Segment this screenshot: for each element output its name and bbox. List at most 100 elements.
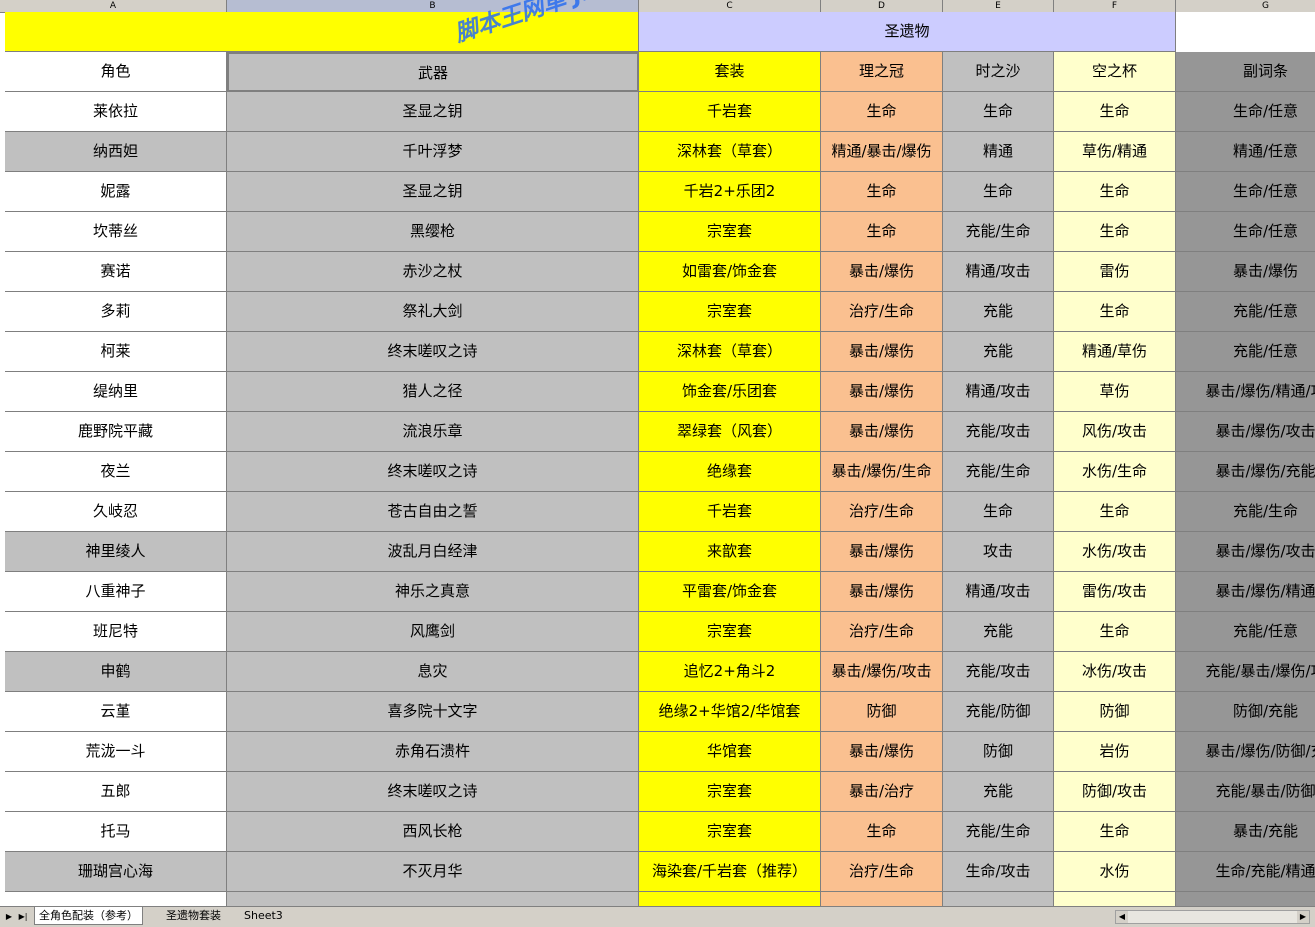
title-cell-blank[interactable] — [1176, 12, 1315, 52]
cell-weapon[interactable]: 终末嗟叹之诗 — [227, 772, 639, 812]
cell-substats[interactable]: 防御/充能 — [1176, 692, 1315, 732]
cell-goblet[interactable]: 草伤/精通 — [1054, 132, 1176, 172]
cell-role[interactable]: 坎蒂丝 — [5, 212, 227, 252]
cell-role[interactable]: 五郎 — [5, 772, 227, 812]
cell-set[interactable]: 海染套/千岩套（推荐） — [639, 852, 821, 892]
cell-circlet[interactable]: 暴击/治疗 — [821, 772, 943, 812]
cell-goblet[interactable]: 防御/攻击 — [1054, 772, 1176, 812]
cell-set[interactable]: 如雷套/饰金套 — [639, 252, 821, 292]
header-role[interactable]: 角色 — [5, 52, 227, 92]
cell-substats[interactable]: 暴击/充能 — [1176, 812, 1315, 852]
cell-circlet[interactable]: 生命 — [821, 812, 943, 852]
cell-goblet[interactable]: 生命 — [1054, 812, 1176, 852]
cell-role[interactable]: 申鹤 — [5, 652, 227, 692]
cell-weapon[interactable]: 喜多院十文字 — [227, 692, 639, 732]
cell-sands[interactable]: 精通/攻击 — [943, 252, 1054, 292]
cell-weapon[interactable]: 不灭月华 — [227, 852, 639, 892]
scroll-left-icon[interactable]: ◀ — [1116, 911, 1128, 923]
cell-circlet[interactable]: 治疗/生命 — [821, 852, 943, 892]
cell-goblet[interactable]: 生命 — [1054, 492, 1176, 532]
cell-sands[interactable]: 充能 — [943, 332, 1054, 372]
cell-sands[interactable]: 精通/攻击 — [943, 372, 1054, 412]
cell-sands[interactable]: 充能/防御 — [943, 692, 1054, 732]
header-goblet[interactable]: 空之杯 — [1054, 52, 1176, 92]
scroll-right-icon[interactable]: ▶ — [1297, 911, 1309, 923]
cell-circlet[interactable]: 暴击/爆伤 — [821, 412, 943, 452]
cell-substats[interactable]: 暴击/爆伤/攻击 — [1176, 532, 1315, 572]
cell-goblet[interactable]: 生命 — [1054, 92, 1176, 132]
cell-goblet[interactable]: 水伤 — [1054, 852, 1176, 892]
cell-substats[interactable]: 充能/任意 — [1176, 292, 1315, 332]
cell-role[interactable]: 珊瑚宫心海 — [5, 852, 227, 892]
cell-circlet[interactable]: 治疗/生命 — [821, 492, 943, 532]
cell-weapon[interactable]: 苍古自由之誓 — [227, 492, 639, 532]
cell-substats[interactable]: 暴击/爆伤 — [1176, 252, 1315, 292]
cell-role[interactable]: 柯莱 — [5, 332, 227, 372]
cell-weapon[interactable]: 赤角石溃杵 — [227, 732, 639, 772]
cell-circlet[interactable]: 精通/暴击/爆伤 — [821, 132, 943, 172]
cell-circlet[interactable]: 治疗/生命 — [821, 292, 943, 332]
cell-weapon[interactable]: 祭礼大剑 — [227, 292, 639, 332]
cell-role[interactable] — [5, 892, 227, 906]
cell-role[interactable]: 鹿野院平藏 — [5, 412, 227, 452]
cell-circlet[interactable] — [821, 892, 943, 906]
cell-set[interactable]: 宗室套 — [639, 772, 821, 812]
column-header-d[interactable]: D — [821, 0, 943, 12]
relic-group-header[interactable]: 圣遗物 — [639, 12, 1176, 52]
cell-circlet[interactable]: 生命 — [821, 92, 943, 132]
cell-sands[interactable]: 充能/攻击 — [943, 412, 1054, 452]
cell-sands[interactable]: 充能/攻击 — [943, 652, 1054, 692]
cell-substats[interactable]: 充能/暴击/爆伤/攻 — [1176, 652, 1315, 692]
cell-role[interactable]: 莱依拉 — [5, 92, 227, 132]
spreadsheet[interactable]: A B C D E F G 圣遗物 角色 武器 套装 理之冠 时之沙 空之杯 副… — [0, 0, 1315, 906]
cell-weapon[interactable]: 终末嗟叹之诗 — [227, 452, 639, 492]
cell-substats[interactable] — [1176, 892, 1315, 906]
header-circlet[interactable]: 理之冠 — [821, 52, 943, 92]
cell-goblet[interactable]: 生命 — [1054, 292, 1176, 332]
cell-set[interactable]: 来歆套 — [639, 532, 821, 572]
cell-role[interactable]: 夜兰 — [5, 452, 227, 492]
cell-role[interactable]: 神里绫人 — [5, 532, 227, 572]
cell-weapon[interactable]: 终末嗟叹之诗 — [227, 332, 639, 372]
cell-goblet[interactable]: 生命 — [1054, 172, 1176, 212]
cell-substats[interactable]: 暴击/爆伤/充能 — [1176, 452, 1315, 492]
cell-weapon[interactable] — [227, 892, 639, 906]
cell-sands[interactable]: 生命 — [943, 92, 1054, 132]
cell-goblet[interactable]: 防御 — [1054, 692, 1176, 732]
cell-set[interactable]: 绝缘套 — [639, 452, 821, 492]
cell-set[interactable]: 宗室套 — [639, 292, 821, 332]
cell-goblet[interactable]: 岩伤 — [1054, 732, 1176, 772]
header-substats[interactable]: 副词条 — [1176, 52, 1315, 92]
column-header-c[interactable]: C — [639, 0, 821, 12]
cell-weapon[interactable]: 圣显之钥 — [227, 92, 639, 132]
cell-set[interactable]: 饰金套/乐团套 — [639, 372, 821, 412]
cell-sands[interactable]: 充能/生命 — [943, 212, 1054, 252]
cell-role[interactable]: 多莉 — [5, 292, 227, 332]
cell-role[interactable]: 赛诺 — [5, 252, 227, 292]
cell-set[interactable]: 千岩套 — [639, 492, 821, 532]
cell-circlet[interactable]: 暴击/爆伤/生命 — [821, 452, 943, 492]
cell-set[interactable]: 绝缘2+华馆2/华馆套 — [639, 692, 821, 732]
header-weapon[interactable]: 武器 — [227, 52, 639, 92]
cell-substats[interactable]: 生命/任意 — [1176, 212, 1315, 252]
cell-substats[interactable]: 精通/任意 — [1176, 132, 1315, 172]
cell-substats[interactable]: 暴击/爆伤/精通 — [1176, 572, 1315, 612]
cell-sands[interactable]: 防御 — [943, 732, 1054, 772]
cell-weapon[interactable]: 神乐之真意 — [227, 572, 639, 612]
cell-role[interactable]: 久岐忍 — [5, 492, 227, 532]
cell-role[interactable]: 荒泷一斗 — [5, 732, 227, 772]
cell-goblet[interactable]: 冰伤/攻击 — [1054, 652, 1176, 692]
cell-weapon[interactable]: 波乱月白经津 — [227, 532, 639, 572]
cell-substats[interactable]: 生命/任意 — [1176, 172, 1315, 212]
cell-goblet[interactable]: 草伤 — [1054, 372, 1176, 412]
cell-substats[interactable]: 充能/任意 — [1176, 332, 1315, 372]
cell-circlet[interactable]: 暴击/爆伤 — [821, 332, 943, 372]
cell-set[interactable]: 华馆套 — [639, 732, 821, 772]
cell-circlet[interactable]: 暴击/爆伤 — [821, 572, 943, 612]
cell-role[interactable]: 托马 — [5, 812, 227, 852]
cell-weapon[interactable]: 风鹰剑 — [227, 612, 639, 652]
tab-sheet3[interactable]: Sheet3 — [240, 907, 287, 924]
cell-circlet[interactable]: 暴击/爆伤 — [821, 372, 943, 412]
cell-circlet[interactable]: 生命 — [821, 172, 943, 212]
cell-set[interactable]: 千岩套 — [639, 92, 821, 132]
